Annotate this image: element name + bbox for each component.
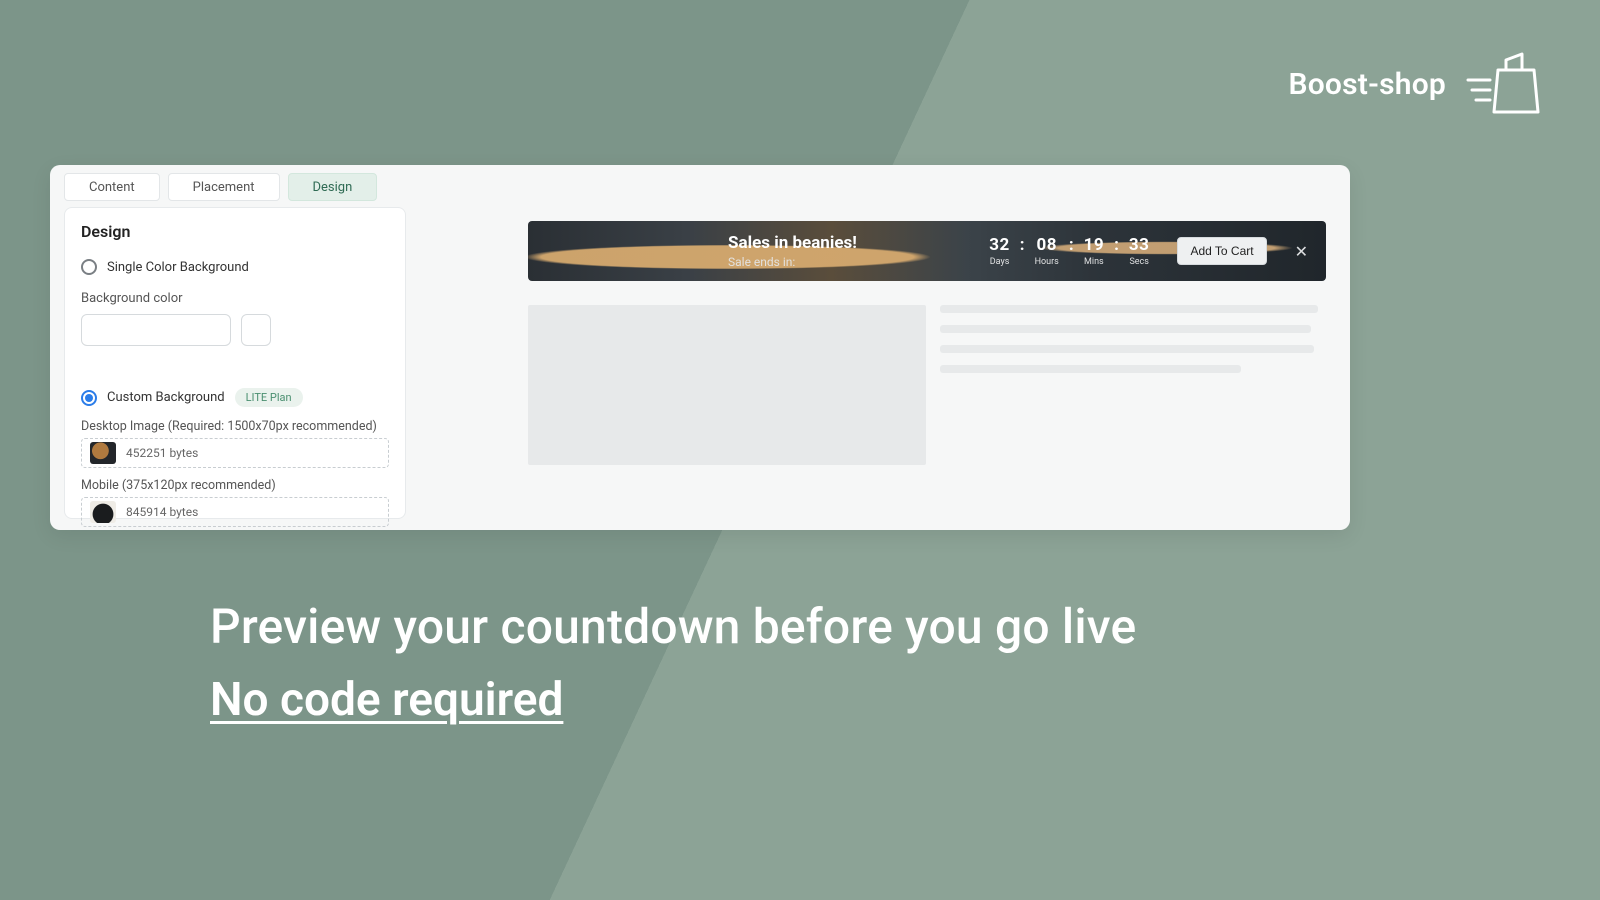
cd-secs: 33 <box>1129 235 1150 255</box>
skeleton-line <box>940 365 1241 373</box>
skeleton-text <box>940 305 1326 385</box>
cd-sep: : <box>1069 235 1074 255</box>
radio-icon <box>81 390 97 406</box>
background-color-label: Background color <box>81 291 389 306</box>
cd-secs-label: Secs <box>1129 257 1150 267</box>
cd-sep: : <box>1020 235 1025 255</box>
preview-area: Sales in beanies! Sale ends in: 32 Days :… <box>430 207 1336 516</box>
skeleton-line <box>940 305 1318 313</box>
panel-heading: Design <box>81 222 389 241</box>
desktop-image-bytes: 452251 bytes <box>126 446 198 460</box>
mobile-image-dropzone[interactable]: 845914 bytes <box>81 497 389 527</box>
cd-sep: : <box>1114 235 1119 255</box>
banner-subtitle: Sale ends in: <box>728 255 857 269</box>
countdown-timer: 32 Days : 08 Hours : 19 Mins : 33 Secs <box>989 235 1149 267</box>
radio-icon <box>81 259 97 275</box>
skeleton-image <box>528 305 926 465</box>
tab-design[interactable]: Design <box>288 173 378 201</box>
radio-label: Single Color Background <box>107 260 249 275</box>
app-window: Content Placement Design Design Single C… <box>50 165 1350 530</box>
brand-name: Boost-shop <box>1288 67 1446 102</box>
radio-single-color[interactable]: Single Color Background <box>81 259 389 275</box>
radio-custom-background[interactable]: Custom Background LITE Plan <box>81 388 389 407</box>
brand-lockup: Boost-shop <box>1288 50 1542 118</box>
headline-line2: No code required <box>210 673 1136 727</box>
desktop-thumbnail-icon <box>90 442 116 464</box>
editor-tabs: Content Placement Design <box>64 173 377 201</box>
countdown-banner: Sales in beanies! Sale ends in: 32 Days :… <box>528 221 1326 281</box>
background-color-row <box>81 314 389 346</box>
cd-days-label: Days <box>989 257 1010 267</box>
mobile-image-bytes: 845914 bytes <box>126 505 198 519</box>
desktop-image-dropzone[interactable]: 452251 bytes <box>81 438 389 468</box>
radio-label: Custom Background <box>107 390 225 405</box>
lite-plan-badge: LITE Plan <box>235 388 303 407</box>
skeleton-line <box>940 325 1311 333</box>
banner-text: Sales in beanies! Sale ends in: <box>728 233 857 269</box>
desktop-image-label: Desktop Image (Required: 1500x70px recom… <box>81 419 389 434</box>
background-color-input[interactable] <box>81 314 231 346</box>
design-panel: Design Single Color Background Backgroun… <box>64 207 406 519</box>
headline-line1: Preview your countdown before you go liv… <box>210 598 1136 655</box>
button-label: Add To Cart <box>1190 244 1253 258</box>
promo-stage: Boost-shop Content Placement Design Desi… <box>0 0 1600 900</box>
tab-label: Content <box>89 180 135 195</box>
shopping-bag-speed-icon <box>1464 50 1542 118</box>
cd-days: 32 <box>989 235 1010 255</box>
skeleton-line <box>940 345 1314 353</box>
banner-right: 32 Days : 08 Hours : 19 Mins : 33 Secs Add T… <box>989 235 1308 267</box>
cd-mins: 19 <box>1084 235 1105 255</box>
tab-label: Placement <box>193 180 255 195</box>
tab-content[interactable]: Content <box>64 173 160 201</box>
mobile-image-label: Mobile (375x120px recommended) <box>81 478 389 493</box>
banner-title: Sales in beanies! <box>728 233 857 253</box>
mobile-thumbnail-icon <box>90 501 116 523</box>
cd-hours-label: Hours <box>1035 257 1059 267</box>
cd-hours: 08 <box>1035 235 1059 255</box>
add-to-cart-button[interactable]: Add To Cart <box>1177 237 1266 265</box>
cd-mins-label: Mins <box>1084 257 1105 267</box>
tab-label: Design <box>313 180 353 195</box>
close-icon[interactable]: ✕ <box>1295 242 1308 261</box>
tab-placement[interactable]: Placement <box>168 173 280 201</box>
background-color-swatch[interactable] <box>241 314 271 346</box>
promo-headline: Preview your countdown before you go liv… <box>210 598 1136 727</box>
